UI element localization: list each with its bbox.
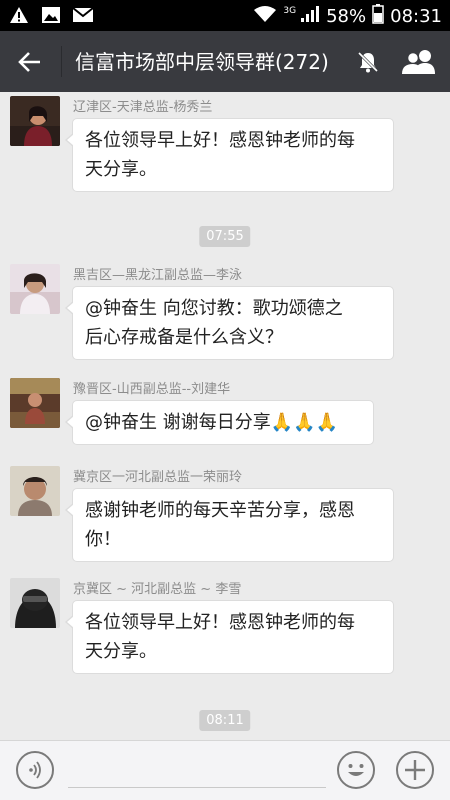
plus-icon: [405, 760, 425, 780]
warning-icon: [8, 5, 30, 25]
chat-message-list[interactable]: 辽津区-天津总监-杨秀兰 各位领导早上好！感恩钟老师的每 天分享。 07:55 …: [0, 92, 450, 740]
message-bubble[interactable]: 各位领导早上好！感恩钟老师的每 天分享。: [65, 600, 394, 674]
back-button[interactable]: [12, 45, 48, 79]
message-bubble[interactable]: 感谢钟老师的每天辛苦分享，感恩 你！: [65, 488, 394, 562]
group-members-icon: [402, 50, 435, 74]
wifi-icon: [253, 5, 277, 28]
voice-button[interactable]: [16, 751, 54, 789]
message-bubble[interactable]: @钟奋生 谢谢每日分享🙏🙏🙏: [65, 400, 374, 445]
sender-name: 黑吉区—黑龙江副总监—李泳: [73, 268, 243, 283]
message-bubble[interactable]: @钟奋生 向您讨教：歌功颂德之 后心存戒备是什么含义？: [65, 286, 394, 360]
message-bubble[interactable]: 各位领导早上好！感恩钟老师的每 天分享。: [65, 118, 394, 192]
input-bar: [0, 740, 450, 800]
chat-header: 信富市场部中层领导群(272): [0, 31, 450, 92]
timestamp: 07:55: [199, 226, 251, 247]
plus-button[interactable]: [396, 751, 434, 789]
clock: 08:31: [390, 6, 442, 27]
notification-icons: [8, 5, 94, 25]
avatar[interactable]: [10, 466, 60, 516]
sender-name: 辽津区-天津总监-杨秀兰: [73, 100, 213, 115]
emoji-button[interactable]: [337, 751, 375, 789]
status-bar: 3G 58% 08:31: [0, 0, 450, 31]
image-icon: [40, 5, 62, 25]
message-input[interactable]: [68, 787, 326, 788]
battery-percent: 58%: [326, 6, 367, 27]
voice-icon: [29, 761, 41, 779]
emoji-icon: [348, 764, 364, 776]
network-type: 3G: [283, 5, 297, 16]
battery-icon: [372, 4, 384, 29]
mail-icon: [72, 5, 94, 25]
mute-bell-icon: [356, 50, 380, 74]
avatar[interactable]: [10, 578, 60, 628]
sender-name: 豫晋区-山西副总监--刘建华: [73, 382, 231, 397]
header-divider: [61, 46, 62, 77]
back-arrow-icon: [18, 52, 40, 72]
avatar[interactable]: [10, 264, 60, 314]
chat-title: 信富市场部中层领导群(272): [75, 50, 329, 74]
avatar[interactable]: [10, 96, 60, 146]
avatar[interactable]: [10, 378, 60, 428]
group-members-button[interactable]: [400, 45, 438, 79]
timestamp: 08:11: [199, 710, 251, 731]
system-status: 3G 58% 08:31: [253, 4, 442, 29]
sender-name: 京冀区 ~ 河北副总监 ~ 李雪: [73, 582, 242, 597]
signal-icon: [300, 5, 320, 28]
sender-name: 冀京区一河北副总监一荣丽玲: [73, 470, 243, 485]
